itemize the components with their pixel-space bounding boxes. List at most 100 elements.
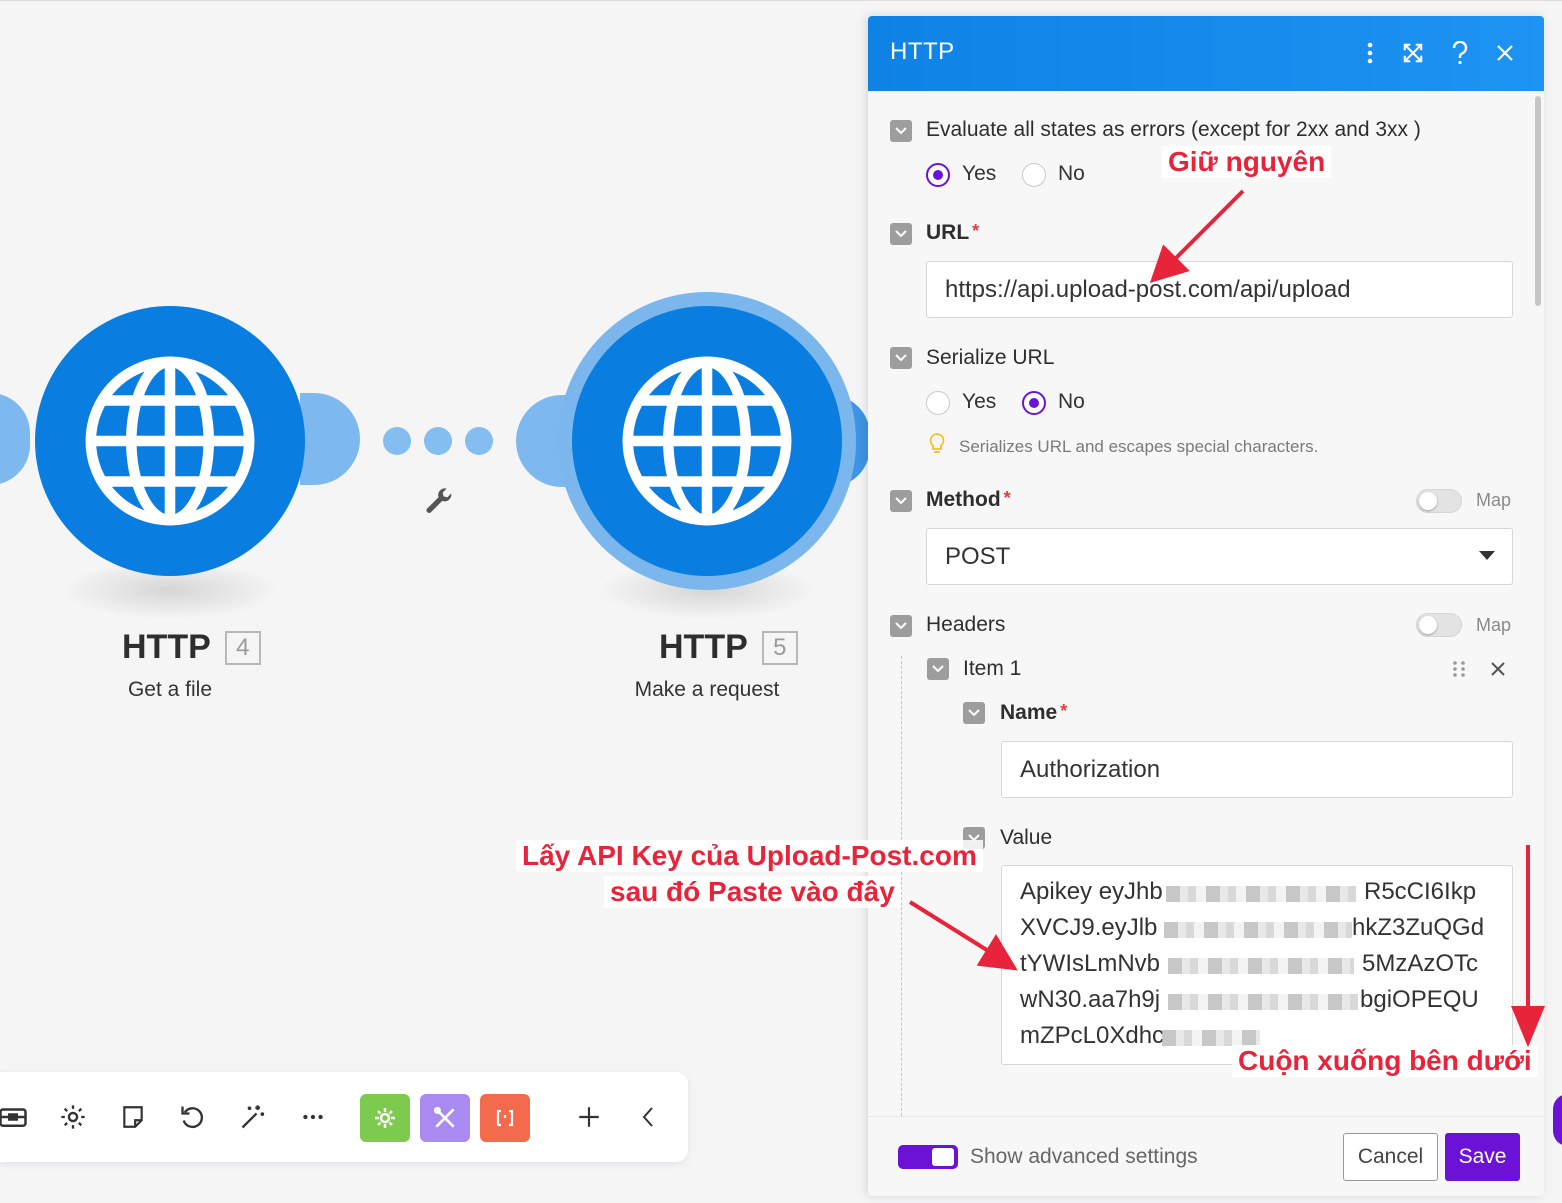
toolbox-icon	[0, 1108, 27, 1127]
scenario-settings-button[interactable]	[50, 1094, 96, 1140]
bottom-toolbar	[0, 1072, 688, 1162]
node-5-title: HTTP 5	[659, 628, 798, 667]
headers-map-toggle[interactable]	[1416, 613, 1462, 637]
chevron-down-icon	[895, 230, 907, 238]
close-icon	[1497, 45, 1513, 61]
more-horizontal-icon	[303, 1114, 323, 1120]
auto-align-button[interactable]	[230, 1094, 276, 1140]
flow-control-button[interactable]	[420, 1094, 470, 1142]
serialize-no-radio[interactable]	[1022, 391, 1046, 415]
evaluate-no-radio[interactable]	[1022, 163, 1046, 187]
panel-menu-button[interactable]	[1355, 38, 1385, 68]
chevron-down-icon	[895, 622, 907, 630]
advanced-settings-toggle[interactable]	[898, 1145, 958, 1169]
panel-scrollbar[interactable]	[1535, 96, 1541, 306]
help-widget-button[interactable]	[1553, 1094, 1562, 1146]
plus-icon	[579, 1107, 599, 1127]
undo-button[interactable]	[170, 1094, 216, 1140]
method-map-toggle[interactable]	[1416, 489, 1462, 513]
chevron-down-icon	[1479, 551, 1495, 560]
tools-button[interactable]	[360, 1094, 410, 1142]
method-required-mark: *	[1003, 488, 1011, 508]
serialize-collapse-toggle[interactable]	[890, 347, 912, 369]
value-line-1-start: Apikey eyJhb	[1020, 878, 1163, 905]
serialize-no-label[interactable]: No	[1058, 390, 1085, 414]
value-line-2-end: hkZ3ZuQGd	[1352, 914, 1485, 941]
panel-close-button[interactable]	[1490, 38, 1520, 68]
serialize-yes-radio[interactable]	[926, 391, 950, 415]
route-dot-1[interactable]	[383, 427, 411, 455]
method-select[interactable]: POST	[926, 528, 1513, 585]
url-input[interactable]: https://api.upload-post.com/api/upload	[926, 261, 1513, 318]
method-collapse-toggle[interactable]	[890, 490, 912, 512]
redacted-block	[1164, 922, 1352, 938]
panel-help-button[interactable]	[1445, 38, 1475, 68]
collapse-toolbar-button[interactable]	[626, 1094, 672, 1140]
run-once-button[interactable]	[0, 1094, 36, 1140]
panel-footer: Show advanced settings Cancel Save	[868, 1116, 1544, 1196]
value-line-2-start: XVCJ9.eyJlb	[1020, 914, 1158, 941]
method-label-text: Method	[926, 488, 1001, 511]
item-1-label: Item 1	[963, 657, 1022, 680]
name-collapse-toggle[interactable]	[963, 702, 985, 724]
value-line-4-end: bgiOPEQU	[1360, 986, 1479, 1013]
value-line-5-start: mZPcL0Xdhc	[1020, 1022, 1165, 1049]
chevron-down-icon	[895, 497, 907, 505]
cancel-button[interactable]: Cancel	[1343, 1133, 1438, 1181]
annotation-scroll: Cuộn xuống bên dưới	[1232, 1045, 1538, 1077]
route-dot-3[interactable]	[465, 427, 493, 455]
evaluate-yes-label[interactable]: Yes	[962, 162, 996, 186]
text-parser-button[interactable]	[480, 1094, 530, 1142]
node-5-name: HTTP	[659, 628, 748, 666]
annotation-api-key-line1: Lấy API Key của Upload-Post.com	[516, 840, 983, 872]
drag-handle-icon[interactable]	[1452, 660, 1466, 678]
route-dot-2[interactable]	[424, 427, 452, 455]
redacted-block	[1162, 1030, 1260, 1046]
undo-icon	[181, 1106, 203, 1129]
node-4-name: HTTP	[122, 628, 211, 666]
panel-title: HTTP	[890, 38, 955, 65]
advanced-settings-label[interactable]: Show advanced settings	[970, 1145, 1198, 1169]
wrench-icon[interactable]	[422, 486, 454, 518]
kebab-menu-icon	[1367, 42, 1373, 64]
chevron-down-icon	[932, 665, 944, 673]
header-value-textarea[interactable]: Apikey eyJhb R5cCI6Ikp XVCJ9.eyJlb hkZ3Z…	[1001, 865, 1513, 1065]
header-name-input[interactable]: Authorization	[1001, 741, 1513, 798]
headers-label: Headers	[926, 613, 1006, 636]
evaluate-yes-radio[interactable]	[926, 163, 950, 187]
serialize-label: Serialize URL	[926, 346, 1055, 369]
value-line-3-end: 5MzAzOTc	[1362, 950, 1479, 977]
notes-button[interactable]	[110, 1094, 156, 1140]
url-collapse-toggle[interactable]	[890, 223, 912, 245]
name-required-mark: *	[1060, 701, 1068, 721]
evaluate-no-label[interactable]: No	[1058, 162, 1085, 186]
value-label: Value	[1000, 826, 1053, 849]
item-1-collapse-toggle[interactable]	[927, 658, 949, 680]
http-module-5[interactable]	[572, 306, 842, 576]
globe-icon	[622, 356, 792, 526]
http-module-4[interactable]	[35, 306, 305, 576]
node-4-right-connector[interactable]	[300, 393, 360, 485]
panel-expand-button[interactable]	[1398, 38, 1428, 68]
lightbulb-icon	[929, 433, 945, 453]
serialize-yes-label[interactable]: Yes	[962, 390, 996, 414]
headers-collapse-toggle[interactable]	[890, 615, 912, 637]
remove-item-icon[interactable]	[1491, 662, 1505, 676]
tools-cross-icon	[433, 1106, 455, 1128]
globe-icon	[85, 356, 255, 526]
module-settings-panel: HTTP Evaluate all states as errors (exce…	[868, 16, 1544, 1196]
url-label-text: URL	[926, 221, 970, 244]
save-button[interactable]: Save	[1445, 1133, 1520, 1181]
method-map-label: Map	[1476, 490, 1512, 510]
panel-header: HTTP	[868, 16, 1544, 91]
gear-icon	[61, 1105, 85, 1129]
annotation-api-key-line2: sau đó Paste vào đây	[604, 876, 901, 908]
headers-map-label: Map	[1476, 615, 1512, 635]
chevron-down-icon	[968, 709, 980, 717]
name-label-text: Name	[1000, 701, 1058, 724]
more-button[interactable]	[290, 1094, 336, 1140]
node-4-left-connector[interactable]	[0, 393, 30, 485]
value-line-1-end: R5cCI6Ikp	[1364, 878, 1477, 905]
evaluate-collapse-toggle[interactable]	[890, 120, 912, 142]
add-button[interactable]	[566, 1094, 612, 1140]
